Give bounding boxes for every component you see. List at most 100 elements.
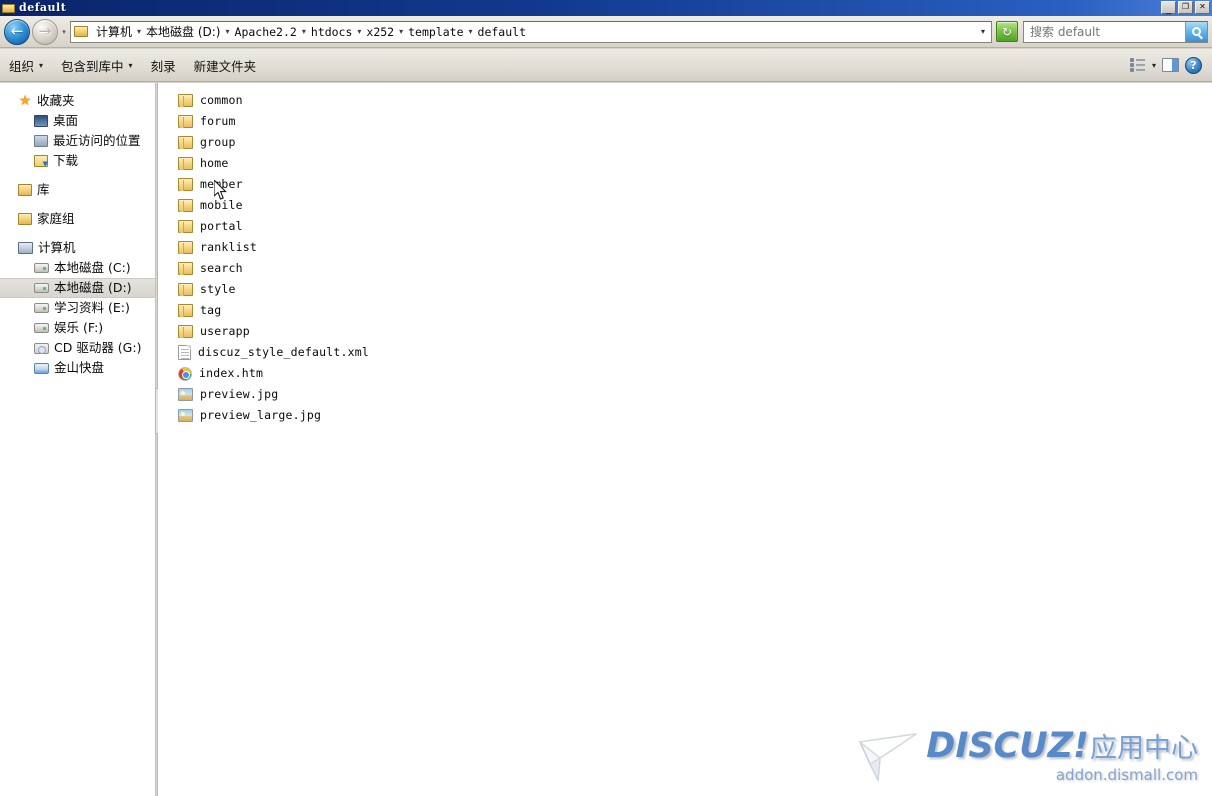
sidebar-item-label: 最近访问的位置 [53,131,141,151]
breadcrumb-item[interactable]: htdocs [308,22,356,42]
close-button[interactable]: ✕ [1195,1,1210,14]
preview-pane-icon[interactable] [1162,58,1179,72]
downloads-icon [34,155,48,167]
command-item-label: 刻录 [151,56,176,75]
file-list-item[interactable]: style [158,279,1212,300]
sidebar-item[interactable]: 下载 [0,151,155,171]
desktop-icon [34,115,48,127]
minimize-button[interactable]: _ [1161,1,1176,14]
sidebar-item-label: 桌面 [53,111,78,131]
breadcrumb-item[interactable]: 计算机 [93,22,135,42]
forward-arrow-icon: → [33,20,57,44]
title-bar: default _ ❐ ✕ [0,0,1212,16]
sidebar-item[interactable]: 桌面 [0,111,155,131]
address-bar[interactable]: 计算机▾本地磁盘 (D:)▾Apache2.2▾htdocs▾x252▾temp… [70,21,992,43]
file-list-item[interactable]: search [158,258,1212,279]
file-name-label: userapp [200,321,250,342]
search-button[interactable] [1185,22,1207,42]
file-list-item[interactable]: group [158,132,1212,153]
file-list-item[interactable]: preview_large.jpg [158,405,1212,426]
nav-group-header[interactable]: 计算机 [0,238,155,258]
nav-group-label: 家庭组 [37,209,75,229]
maximize-button[interactable]: ❐ [1178,1,1193,14]
paper-plane-icon [858,728,920,784]
help-icon[interactable]: ? [1185,57,1202,74]
file-list-item[interactable]: mobile [158,195,1212,216]
sidebar-item[interactable]: 学习资料 (E:) [0,298,155,318]
sidebar-item-label: CD 驱动器 (G:) [54,338,141,358]
sidebar-item[interactable]: 金山快盘 [0,358,155,378]
breadcrumb-separator: ▾ [467,27,475,36]
recent-places-icon [34,135,48,147]
computer-icon [18,242,33,254]
sidebar-item-label: 本地磁盘 (C:) [54,258,131,278]
nav-group-label: 收藏夹 [37,91,75,111]
sidebar-item-label: 学习资料 (E:) [54,298,130,318]
address-dropdown-icon[interactable]: ▾ [975,27,991,36]
file-list-item[interactable]: userapp [158,321,1212,342]
watermark-brand: DISCUZ! [926,729,1089,764]
breadcrumb-separator: ▾ [135,27,143,36]
sidebar-item[interactable]: 娱乐 (F:) [0,318,155,338]
file-name-label: group [200,132,236,153]
sidebar-item[interactable]: CD 驱动器 (G:) [0,338,155,358]
file-name-label: preview.jpg [200,384,278,405]
file-list-item[interactable]: common [158,90,1212,111]
folder-icon [178,241,193,254]
file-list-item[interactable]: member [158,174,1212,195]
file-name-label: mobile [200,195,243,216]
sidebar-item-label: 金山快盘 [54,358,104,378]
drive-icon [34,283,49,293]
nav-group-header[interactable]: 库 [0,180,155,200]
file-list-item[interactable]: forum [158,111,1212,132]
view-mode-dropdown-icon[interactable]: ▾ [1152,61,1156,70]
address-folder-icon [73,24,90,39]
forward-button[interactable]: → [32,19,58,45]
file-list-item[interactable]: index.htm [158,363,1212,384]
file-list-item[interactable]: ranklist [158,237,1212,258]
explorer-window: default _ ❐ ✕ ← → ▾ 计算机▾本地磁盘 (D:)▾Apache… [0,0,1212,796]
breadcrumb-item[interactable]: x252 [363,22,397,42]
sidebar-item[interactable]: 最近访问的位置 [0,131,155,151]
breadcrumb-item[interactable]: template [405,22,466,42]
breadcrumb-separator: ▾ [224,27,232,36]
breadcrumb-item[interactable]: default [475,22,529,42]
refresh-button[interactable]: ↻ [996,21,1018,42]
cd-drive-icon [34,343,49,354]
view-mode-icon[interactable] [1130,58,1146,72]
xml-icon [178,345,191,360]
command-bar: 组织▾包含到库中▾ 刻录新建文件夹 ▾ ? [0,49,1212,82]
command-item[interactable]: 组织▾ [0,52,52,79]
sidebar-item[interactable]: 本地磁盘 (D:) [0,278,155,298]
history-dropdown-icon[interactable]: ▾ [58,28,70,36]
file-list-item[interactable]: preview.jpg [158,384,1212,405]
file-list-item[interactable]: home [158,153,1212,174]
folder-icon [178,136,193,149]
breadcrumb-item[interactable]: 本地磁盘 (D:) [143,22,223,42]
image-icon [178,388,193,401]
search-input[interactable] [1024,21,1185,43]
file-list-item[interactable]: portal [158,216,1212,237]
command-item[interactable]: 刻录 [142,52,185,79]
command-item[interactable]: 包含到库中▾ [52,52,142,79]
file-name-label: common [200,90,243,111]
library-icon [18,184,32,196]
command-item[interactable]: 新建文件夹 [185,52,266,79]
sidebar-item[interactable]: 本地磁盘 (C:) [0,258,155,278]
sidebar-item-label: 本地磁盘 (D:) [54,278,132,298]
command-item-label: 包含到库中 [61,56,124,75]
minimize-icon: _ [1166,5,1171,15]
folder-icon [178,325,193,338]
folder-icon [178,199,193,212]
nav-group-header[interactable]: ★收藏夹 [0,91,155,111]
nav-group-header[interactable]: 家庭组 [0,209,155,229]
folder-icon [178,115,193,128]
back-button[interactable]: ← [4,19,30,45]
breadcrumb-item[interactable]: Apache2.2 [232,22,300,42]
watermark-brand-cn: 应用中心 [1090,735,1198,762]
html-icon [178,367,192,381]
search-box[interactable] [1023,21,1208,43]
file-list-item[interactable]: discuz_style_default.xml [158,342,1212,363]
breadcrumb-separator: ▾ [355,27,363,36]
file-list-item[interactable]: tag [158,300,1212,321]
